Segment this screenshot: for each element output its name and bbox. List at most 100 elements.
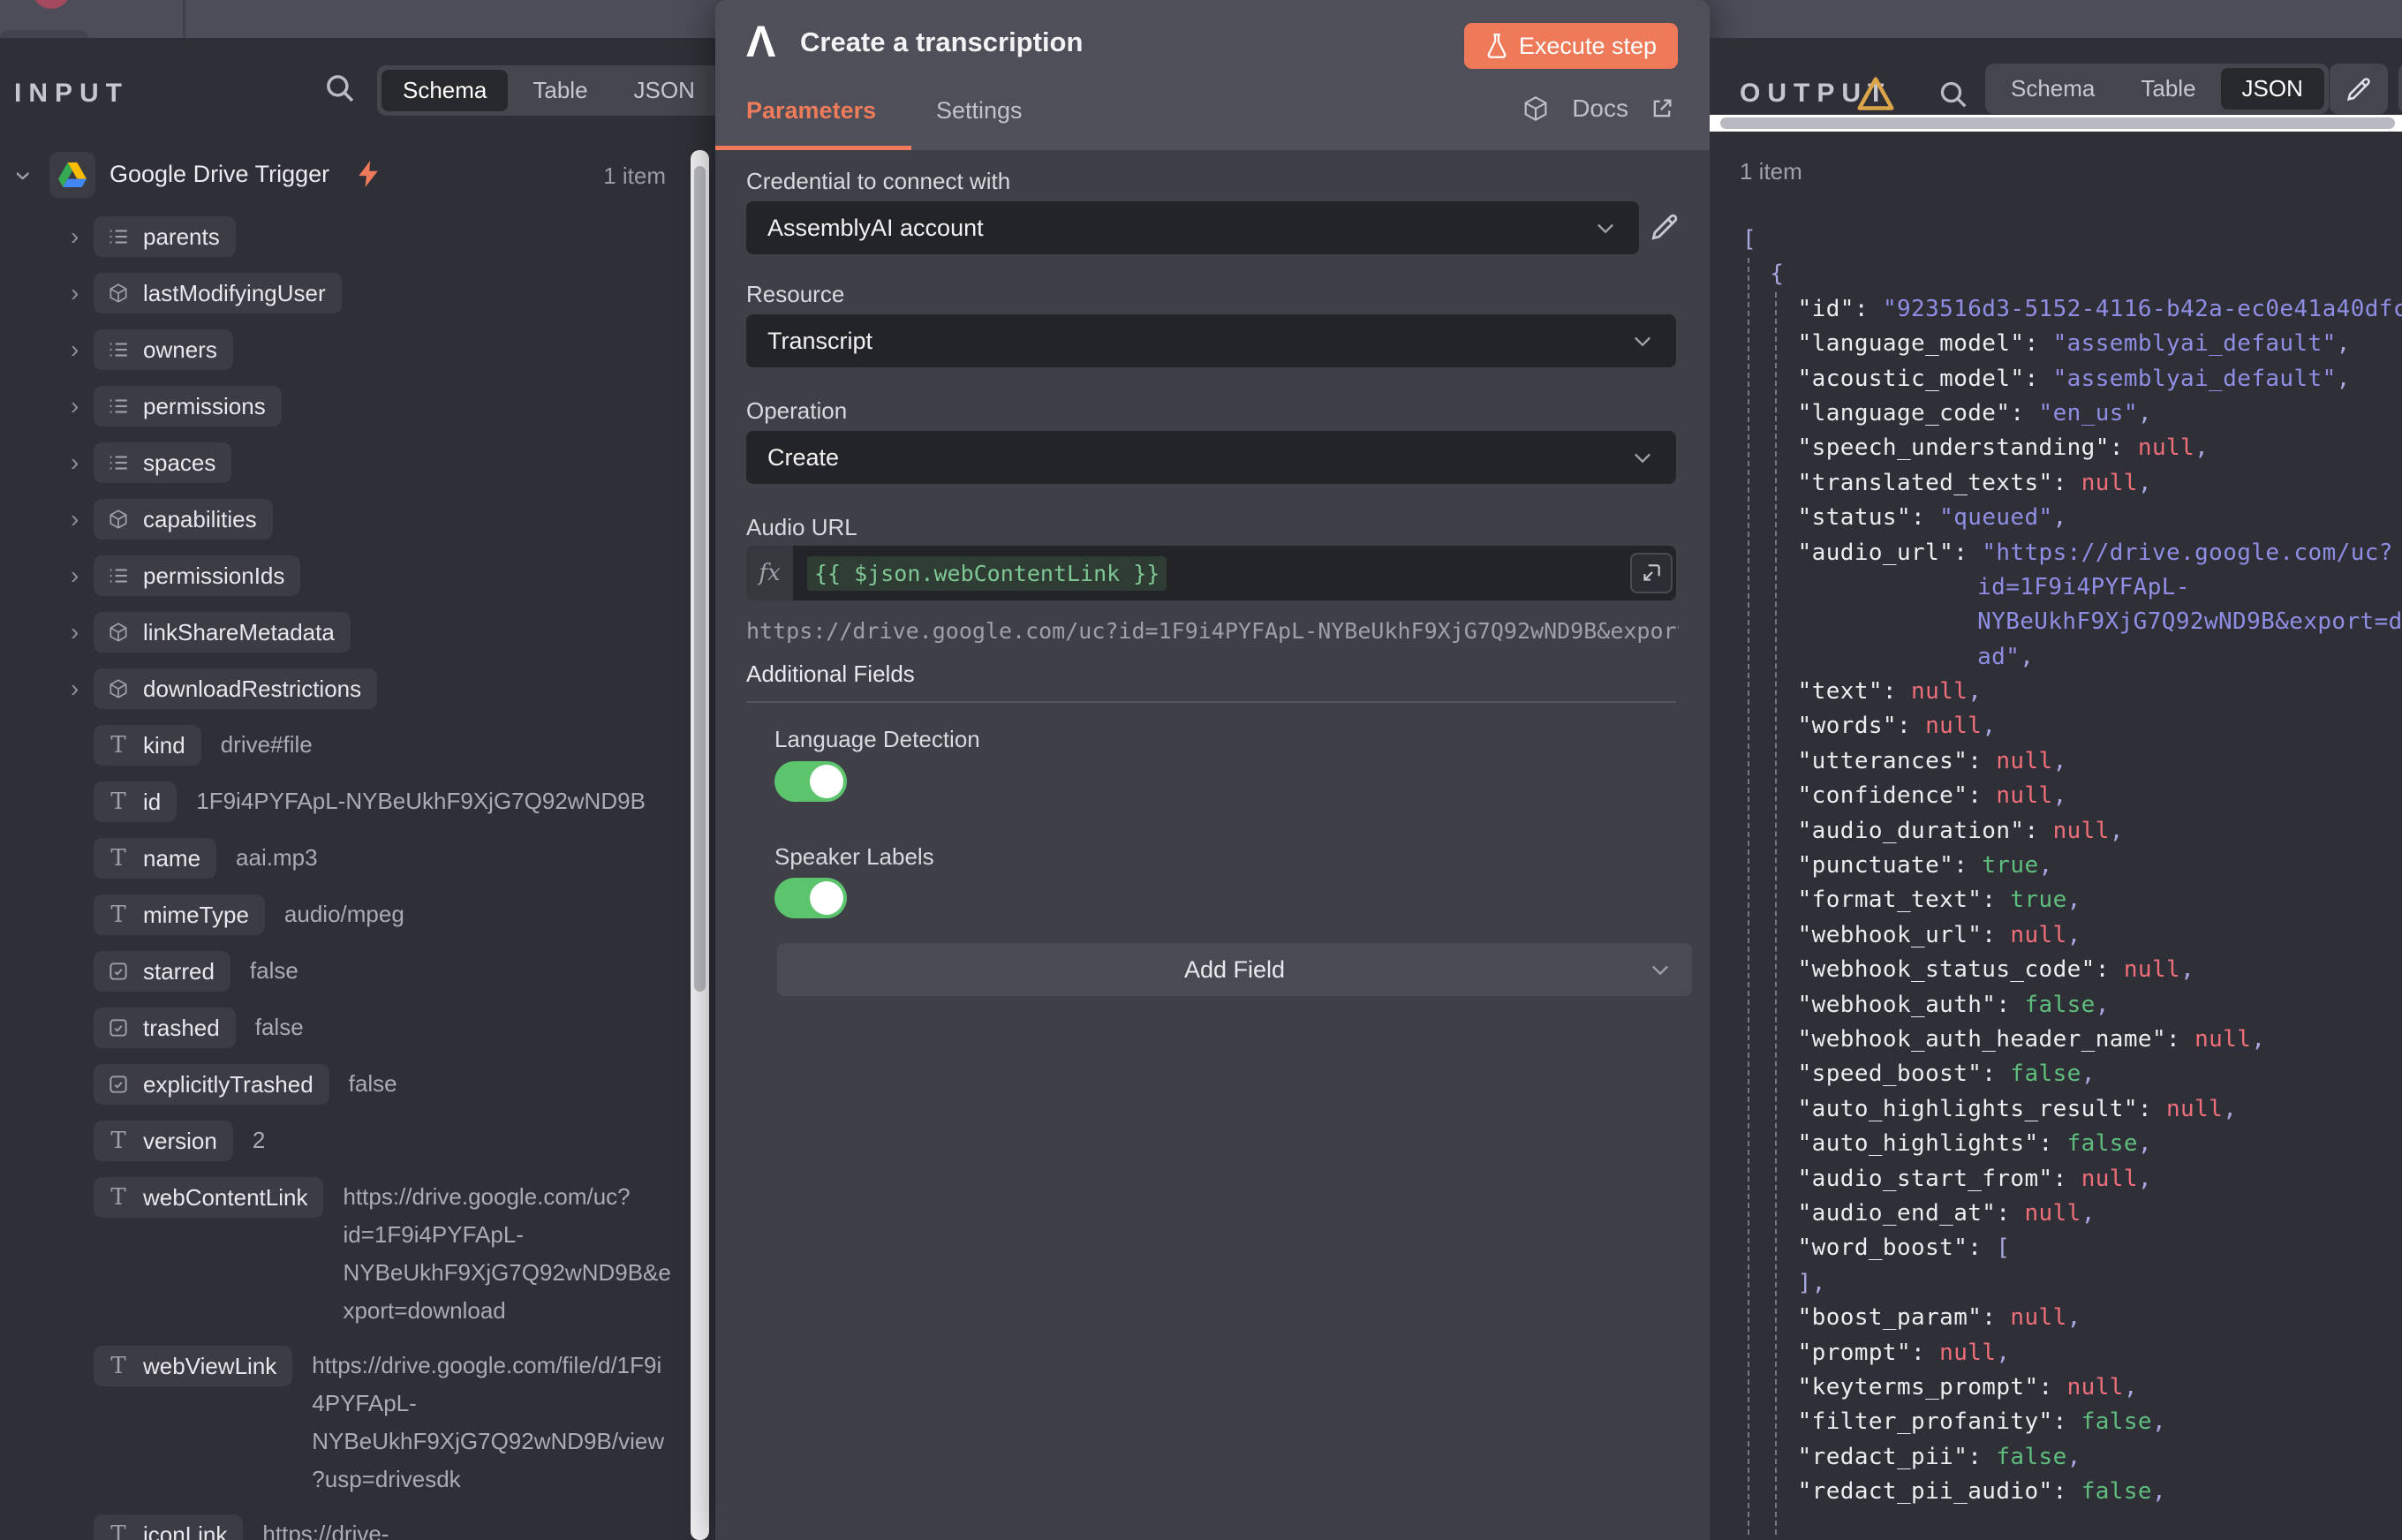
schema-field-pill[interactable]: TmimeType xyxy=(94,895,265,935)
input-tab-json[interactable]: JSON xyxy=(613,70,715,111)
schema-field-value: https://drive-thirdparty.googleuserconte… xyxy=(262,1514,673,1540)
schema-field-pill[interactable]: downloadRestrictions xyxy=(94,668,377,709)
input-tab-table[interactable]: Table xyxy=(511,70,608,111)
additional-fields-label: Additional Fields xyxy=(746,661,915,688)
chevron-right-icon[interactable]: › xyxy=(62,329,94,370)
credential-select[interactable]: AssemblyAI account xyxy=(746,201,1639,254)
json-line: "webhook_status_code": null, xyxy=(1726,953,2402,987)
chevron-right-icon[interactable]: › xyxy=(62,442,94,483)
schema-field-pill[interactable]: permissions xyxy=(94,386,282,427)
schema-field-pill[interactable]: TiconLink xyxy=(94,1514,243,1540)
resource-select[interactable]: Transcript xyxy=(746,314,1676,367)
output-tab-json[interactable]: JSON xyxy=(2221,68,2324,109)
node-settings-panel: Λ Create a transcription Execute step Pa… xyxy=(715,0,1710,1540)
input-tab-schema[interactable]: Schema xyxy=(381,70,508,111)
schema-field-pill[interactable]: Tkind xyxy=(94,725,201,766)
json-line: "language_model": "assemblyai_default", xyxy=(1726,327,2402,361)
speaker-labels-toggle[interactable] xyxy=(774,878,847,918)
json-line: "speed_boost": false, xyxy=(1726,1057,2402,1091)
schema-field-row: ›parents xyxy=(62,216,673,257)
operation-select[interactable]: Create xyxy=(746,431,1676,484)
schema-field-row: ›permissions xyxy=(62,386,673,427)
schema-field-pill[interactable]: Tversion xyxy=(94,1121,233,1161)
json-line: [ xyxy=(1726,223,2402,257)
chevron-right-icon[interactable]: › xyxy=(62,668,94,709)
edit-output-pencil-button[interactable] xyxy=(2330,64,2388,114)
json-line: NYBeUkhF9XjG7Q92wND9B&export=download xyxy=(1726,605,2402,639)
input-view-tabs: SchemaTableJSON xyxy=(377,65,715,116)
cube-icon[interactable] xyxy=(1521,94,1551,124)
active-tab-underline xyxy=(715,146,911,150)
tab-parameters[interactable]: Parameters xyxy=(746,97,876,125)
schema-field-pill[interactable]: permissionIds xyxy=(94,555,300,596)
schema-field-row: ›linkShareMetadata xyxy=(62,612,673,653)
schema-field-pill[interactable]: owners xyxy=(94,329,233,370)
clipped-toolbar-button[interactable] xyxy=(2398,64,2402,114)
schema-field-row: › owners xyxy=(62,329,673,370)
schema-field-pill[interactable]: Tid xyxy=(94,781,177,822)
canvas-node-edge xyxy=(183,0,185,38)
json-line: "language_code": "en_us", xyxy=(1726,396,2402,431)
fx-expression-icon[interactable]: fx xyxy=(746,546,793,600)
list-type-icon xyxy=(106,564,131,587)
node-header: Λ Create a transcription Execute step Pa… xyxy=(715,0,1710,150)
output-tab-schema[interactable]: Schema xyxy=(1990,68,2116,109)
input-scrollbar-thumb[interactable] xyxy=(694,166,706,992)
output-tab-table[interactable]: Table xyxy=(2119,68,2217,109)
edit-credential-pencil-icon[interactable] xyxy=(1648,210,1681,244)
json-line: { xyxy=(1726,257,2402,291)
open-expression-editor-icon[interactable] xyxy=(1630,553,1673,593)
chevron-right-icon[interactable]: › xyxy=(62,273,94,313)
schema-field-pill[interactable]: trashed xyxy=(94,1008,236,1048)
schema-field-name: owners xyxy=(143,336,217,364)
json-line: "webhook_auth_header_name": null, xyxy=(1726,1023,2402,1057)
input-vertical-scrollbar[interactable] xyxy=(691,150,709,1540)
text-type-icon: T xyxy=(110,1355,125,1378)
schema-field-name: webViewLink xyxy=(143,1353,276,1380)
schema-field-pill[interactable]: spaces xyxy=(94,442,231,483)
schema-field-pill[interactable]: TwebViewLink xyxy=(94,1346,292,1386)
language-detection-label: Language Detection xyxy=(774,726,980,753)
text-type-icon: T xyxy=(110,734,125,757)
schema-field-row: ›spaces xyxy=(62,442,673,483)
schema-field-pill[interactable]: linkShareMetadata xyxy=(94,612,351,653)
schema-field-pill[interactable]: lastModifyingUser xyxy=(94,273,342,313)
chevron-right-icon[interactable]: › xyxy=(62,499,94,540)
text-type-icon: T xyxy=(110,1186,125,1209)
schema-field-row: Tversion2 xyxy=(62,1121,673,1161)
object-type-icon xyxy=(106,508,131,531)
input-source-row[interactable]: › Google Drive Trigger 1 item xyxy=(0,152,715,201)
schema-field-pill[interactable]: capabilities xyxy=(94,499,273,540)
output-panel: OUTPUT SchemaTableJSON 1 item [{"id": "9… xyxy=(1710,38,2402,1540)
json-line: "confidence": null, xyxy=(1726,779,2402,813)
docs-link[interactable]: Docs xyxy=(1572,94,1628,123)
output-scrollbar-thumb[interactable] xyxy=(1720,117,2395,129)
add-field-button[interactable]: Add Field xyxy=(777,943,1692,996)
schema-field-pill[interactable]: parents xyxy=(94,216,236,257)
schema-field-name: trashed xyxy=(143,1015,220,1042)
language-detection-toggle[interactable] xyxy=(774,761,847,802)
expression-input[interactable]: {{ $json.webContentLink }} xyxy=(793,546,1676,600)
search-icon[interactable] xyxy=(1936,77,1971,112)
json-line: "filter_profanity": false, xyxy=(1726,1405,2402,1439)
resource-label: Resource xyxy=(746,281,844,308)
schema-field-row: TwebViewLinkhttps://drive.google.com/fil… xyxy=(62,1346,673,1498)
schema-field-pill[interactable]: explicitlyTrashed xyxy=(94,1064,329,1105)
json-line: "auto_highlights": false, xyxy=(1726,1127,2402,1161)
execute-step-button[interactable]: Execute step xyxy=(1464,23,1678,69)
output-view-tabs: SchemaTableJSON xyxy=(1985,64,2329,114)
input-panel: INPUT SchemaTableJSON › Google Drive Tri… xyxy=(0,38,715,1540)
schema-field-pill[interactable]: starred xyxy=(94,951,230,992)
chevron-right-icon[interactable]: › xyxy=(62,555,94,596)
chevron-down-icon[interactable]: › xyxy=(10,170,40,180)
schema-field-pill[interactable]: Tname xyxy=(94,838,216,879)
external-link-icon[interactable] xyxy=(1650,96,1674,121)
tab-settings[interactable]: Settings xyxy=(936,97,1023,125)
schema-field-pill[interactable]: TwebContentLink xyxy=(94,1177,323,1218)
chevron-right-icon[interactable]: › xyxy=(62,612,94,653)
chevron-right-icon[interactable]: › xyxy=(62,216,94,257)
schema-field-name: lastModifyingUser xyxy=(143,280,326,307)
chevron-right-icon[interactable]: › xyxy=(62,386,94,427)
search-icon[interactable] xyxy=(321,70,359,107)
output-horizontal-scrollbar[interactable] xyxy=(1710,115,2402,132)
